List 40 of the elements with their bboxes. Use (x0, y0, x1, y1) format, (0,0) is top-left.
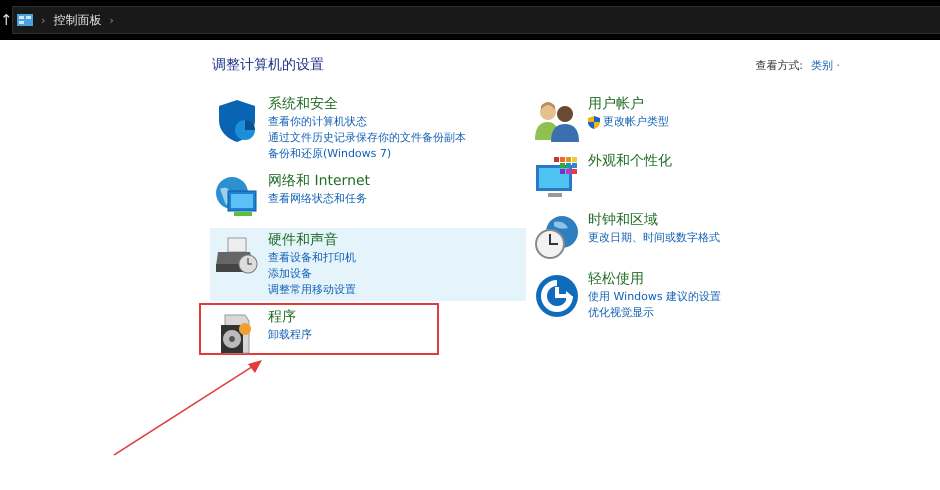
accessibility-icon (534, 273, 580, 319)
task-link[interactable]: 备份和还原(Windows 7) (268, 146, 392, 162)
task-link[interactable]: 更改帐户类型 (603, 114, 669, 130)
category-item[interactable]: 用户帐户 更改帐户类型 (530, 92, 830, 145)
task-link[interactable]: 查看设备和打印机 (268, 250, 356, 266)
breadcrumb[interactable]: 控制面板 (53, 12, 102, 28)
category-title[interactable]: 时钟和区域 (588, 211, 720, 230)
shield-icon (588, 116, 600, 128)
task-link[interactable]: 通过文件历史记录保存你的文件备份副本 (268, 130, 466, 146)
task-link[interactable]: 查看网络状态和任务 (268, 191, 367, 207)
task-link[interactable]: 调整常用移动设置 (268, 282, 356, 298)
task-link[interactable]: 优化视觉显示 (588, 305, 654, 321)
globe-clock-icon (534, 214, 580, 260)
task-link[interactable]: 使用 Windows 建议的设置 (588, 289, 722, 305)
category-title[interactable]: 外观和个性化 (588, 152, 672, 171)
category-title[interactable]: 程序 (268, 308, 312, 327)
control-panel-icon (17, 14, 33, 26)
category-item[interactable]: 外观和个性化 (530, 149, 830, 204)
address-bar[interactable]: › 控制面板 › (12, 6, 940, 34)
up-arrow-icon[interactable]: ↑ (0, 11, 12, 29)
task-link[interactable]: 卸载程序 (268, 327, 312, 343)
category-item[interactable]: 轻松使用 使用 Windows 建议的设置 优化视觉显示 (530, 267, 830, 324)
category-title[interactable]: 系统和安全 (268, 95, 466, 114)
category-title[interactable]: 网络和 Internet (268, 172, 370, 191)
task-link[interactable]: 查看你的计算机状态 (268, 114, 367, 130)
category-item[interactable]: 硬件和声音 查看设备和打印机 添加设备 调整常用移动设置 (210, 228, 526, 301)
chevron-icon: › (41, 14, 46, 26)
category-item[interactable]: 程序 卸载程序 (210, 305, 526, 360)
view-by-label: 查看方式: (755, 58, 803, 72)
task-link[interactable]: 更改日期、时间或数字格式 (588, 230, 720, 246)
category-title[interactable]: 用户帐户 (588, 95, 669, 114)
chevron-icon[interactable]: › (109, 14, 114, 26)
category-item[interactable]: 系统和安全 查看你的计算机状态 通过文件历史记录保存你的文件备份副本 备份和还原(Windows 7) (210, 92, 526, 165)
category-title[interactable]: 轻松使用 (588, 270, 722, 289)
category-title[interactable]: 硬件和声音 (268, 231, 356, 250)
task-link[interactable]: 添加设备 (268, 266, 312, 282)
page-heading: 调整计算机的设置 (212, 56, 324, 74)
category-item[interactable]: 时钟和区域 更改日期、时间或数字格式 (530, 208, 830, 263)
category-item[interactable]: 网络和 Internet 查看网络状态和任务 (210, 169, 526, 224)
view-by-dropdown[interactable]: 类别 · (811, 58, 840, 72)
